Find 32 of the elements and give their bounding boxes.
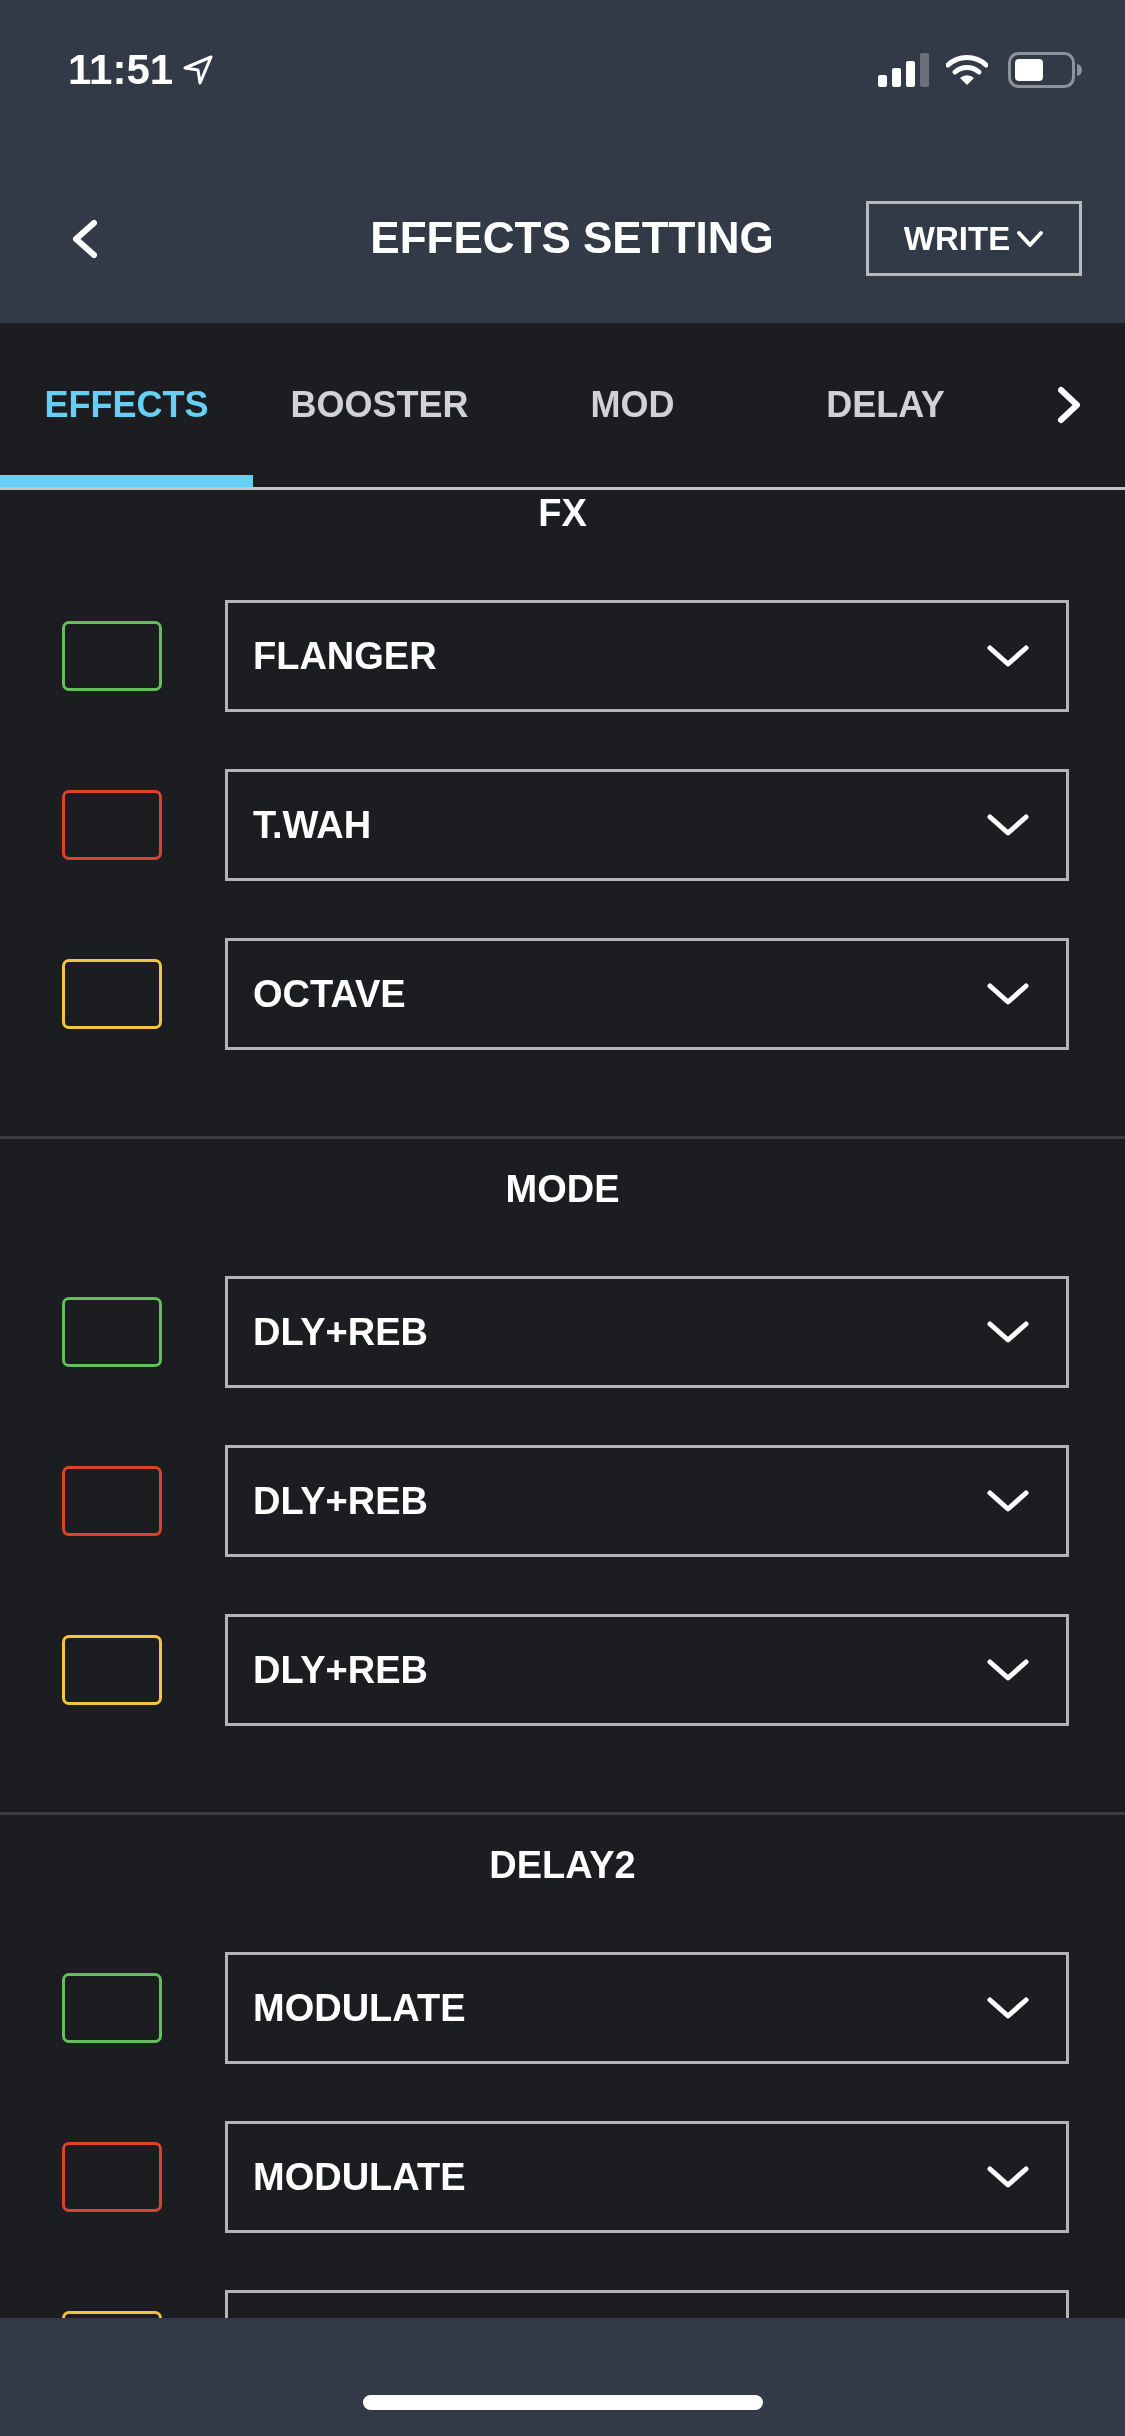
chevron-right-icon[interactable] <box>1055 386 1082 424</box>
section-title: FX <box>537 491 588 536</box>
effect-dropdown[interactable]: OCTAVE <box>225 938 1069 1050</box>
page-title: EFFECTS SETTING <box>370 214 774 263</box>
chevron-down-icon <box>987 813 1029 837</box>
location-arrow-icon <box>183 55 214 85</box>
status-time: 11:51 <box>68 49 174 91</box>
effect-dropdown[interactable]: MODULATE <box>225 1952 1069 2064</box>
effect-dropdown[interactable]: DLY+REB <box>225 1445 1069 1557</box>
chevron-down-icon <box>987 982 1029 1006</box>
effect-dropdown[interactable]: DLY+REB <box>225 1614 1069 1726</box>
chevron-down-icon <box>987 1658 1029 1682</box>
caret-down-icon <box>1016 229 1045 248</box>
signal-bars-icon <box>878 53 930 87</box>
chevron-down-icon <box>987 644 1029 668</box>
effect-dropdown[interactable]: MODULATE <box>225 2121 1069 2233</box>
chevron-down-icon <box>987 1489 1029 1513</box>
section-title: DELAY2 <box>488 1843 637 1888</box>
chevron-down-icon <box>987 1996 1029 2020</box>
effect-dropdown[interactable]: FLANGER <box>225 600 1069 712</box>
battery-icon <box>1008 52 1082 88</box>
effect-dropdown[interactable]: T.WAH <box>225 769 1069 881</box>
tab[interactable]: MOD <box>506 323 759 487</box>
wifi-icon <box>946 54 988 86</box>
tab[interactable]: DELAY <box>759 323 1012 487</box>
section-title: MODE <box>504 1167 621 1212</box>
back-chevron-icon[interactable] <box>70 218 98 259</box>
chevron-down-icon <box>987 1320 1029 1344</box>
tab[interactable]: BOOSTER <box>253 323 506 487</box>
write-button[interactable]: WRITE <box>866 201 1082 276</box>
chevron-down-icon <box>987 2165 1029 2189</box>
effect-dropdown[interactable]: DLY+REB <box>225 1276 1069 1388</box>
